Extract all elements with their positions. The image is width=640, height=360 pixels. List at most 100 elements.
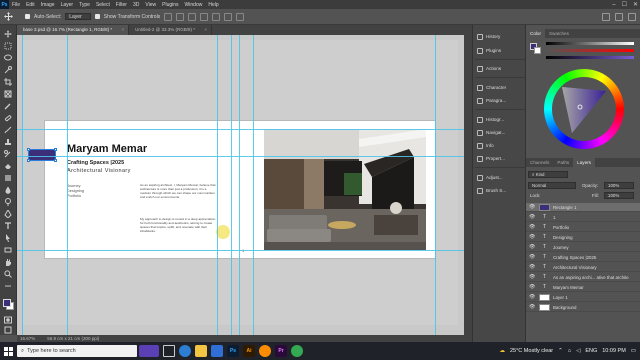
screen-mode-icon[interactable]: [4, 326, 12, 334]
panel-character[interactable]: Character: [473, 81, 527, 94]
layer-row[interactable]: 👁 T Journey: [526, 243, 640, 252]
tab-layers[interactable]: Layers: [573, 158, 595, 167]
visibility-eye-icon[interactable]: 👁: [529, 254, 535, 260]
menu-type[interactable]: Type: [76, 2, 93, 8]
menu-3d[interactable]: 3D: [130, 2, 142, 8]
visibility-eye-icon[interactable]: 👁: [529, 264, 535, 270]
layer-row[interactable]: 👁 T Portfolio: [526, 223, 640, 232]
clone-stamp-tool-icon[interactable]: [4, 138, 12, 146]
visibility-eye-icon[interactable]: 👁: [529, 214, 535, 220]
premiere-taskbar-icon[interactable]: Pr: [275, 345, 287, 357]
blur-tool-icon[interactable]: [4, 186, 12, 194]
color-slider[interactable]: [546, 49, 634, 52]
visibility-eye-icon[interactable]: 👁: [529, 274, 535, 280]
layer-row[interactable]: 👁 T Maryam Memar: [526, 283, 640, 292]
workspace-icon[interactable]: [615, 13, 623, 21]
align-bottom-icon[interactable]: [224, 12, 233, 21]
volume-icon[interactable]: ◁: [576, 348, 580, 354]
type-tool-icon[interactable]: [4, 222, 12, 230]
artboard-tagline-text[interactable]: Crafting Spaces |2025: [67, 160, 124, 166]
menu-layer[interactable]: Layer: [58, 2, 77, 8]
close-window-button[interactable]: ✕: [633, 1, 638, 8]
guide-line[interactable]: [231, 35, 232, 335]
tab-color[interactable]: Color: [526, 29, 545, 38]
menu-help[interactable]: Help: [205, 2, 221, 8]
visibility-eye-icon[interactable]: 👁: [529, 304, 535, 310]
history-brush-tool-icon[interactable]: [4, 150, 12, 158]
eraser-tool-icon[interactable]: [4, 162, 12, 170]
blend-mode-dropdown[interactable]: Normal: [528, 182, 576, 189]
transform-handle[interactable]: [27, 148, 30, 151]
gradient-tool-icon[interactable]: [4, 174, 12, 182]
panel-plugins[interactable]: Plugins: [473, 44, 527, 57]
visibility-eye-icon[interactable]: 👁: [529, 244, 535, 250]
zoom-level[interactable]: 16.67%: [20, 335, 35, 342]
artboard-role-text[interactable]: Architectural Visionary: [67, 168, 131, 174]
transform-handle[interactable]: [27, 159, 30, 162]
align-top-icon[interactable]: [200, 12, 209, 21]
close-tab-icon[interactable]: ×: [204, 25, 207, 35]
weather-text[interactable]: 25°C Mostly clear: [510, 348, 553, 354]
start-button[interactable]: [0, 342, 16, 360]
color-bg-chip[interactable]: [534, 47, 541, 54]
transform-handle[interactable]: [54, 159, 57, 162]
align-middle-icon[interactable]: [212, 12, 221, 21]
menu-file[interactable]: File: [9, 2, 23, 8]
quick-mask-icon[interactable]: [4, 316, 12, 324]
guide-line[interactable]: [22, 35, 23, 335]
share-icon[interactable]: [628, 13, 636, 21]
move-tool-icon[interactable]: [4, 30, 12, 38]
panel-info[interactable]: Info: [473, 139, 527, 152]
move-tool-icon[interactable]: [4, 12, 13, 21]
guide-line[interactable]: [17, 250, 464, 251]
canvas-area[interactable]: Maryam Memar Crafting Spaces |2025 Archi…: [17, 35, 464, 335]
brush-tool-icon[interactable]: [4, 126, 12, 134]
color-slider[interactable]: [546, 56, 634, 59]
visibility-eye-icon[interactable]: 👁: [529, 204, 535, 210]
auto-select-checkbox[interactable]: [25, 14, 30, 19]
foreground-color-swatch[interactable]: [3, 299, 11, 307]
chrome-icon[interactable]: [291, 345, 303, 357]
color-triangle[interactable]: [558, 81, 610, 137]
guide-line[interactable]: [217, 35, 218, 335]
tab-untitled-2[interactable]: Untitled-2 @ 33.3% (RGB/8) * ×: [129, 25, 212, 35]
tab-base-3-psd[interactable]: base 3.psd @ 16.7% (Rectangle 1, RGB/8) …: [17, 25, 130, 35]
panel-brush-settings[interactable]: Brush S...: [473, 184, 527, 197]
taskbar-search[interactable]: ⌕ Type here to search: [17, 345, 137, 357]
edit-toolbar-icon[interactable]: [4, 282, 12, 290]
visibility-eye-icon[interactable]: 👁: [529, 224, 535, 230]
transform-handle[interactable]: [54, 148, 57, 151]
panel-paragraph[interactable]: Paragra...: [473, 94, 527, 107]
dodge-tool-icon[interactable]: [4, 198, 12, 206]
layer-row[interactable]: 👁 Layer 1: [526, 293, 640, 302]
minimize-button[interactable]: –: [612, 2, 615, 8]
tab-paths[interactable]: Paths: [553, 158, 573, 167]
selected-rectangle-shape[interactable]: [27, 148, 57, 162]
quick-select-tool-icon[interactable]: [4, 66, 12, 74]
layer-row[interactable]: 👁 T Designing: [526, 233, 640, 242]
align-left-icon[interactable]: [164, 12, 173, 21]
menu-select[interactable]: Select: [93, 2, 113, 8]
tray-chevron-icon[interactable]: ⌃: [558, 348, 563, 354]
panel-navigator[interactable]: Navigat...: [473, 126, 527, 139]
visibility-eye-icon[interactable]: 👁: [529, 284, 535, 290]
vlc-icon[interactable]: [259, 345, 271, 357]
maximize-button[interactable]: ☐: [622, 1, 627, 8]
artboard-name-text[interactable]: Maryam Memar: [67, 143, 147, 155]
more-options-icon[interactable]: [236, 12, 245, 21]
panel-history[interactable]: History: [473, 30, 527, 43]
guide-line[interactable]: [239, 35, 240, 335]
mail-icon[interactable]: [211, 345, 223, 357]
task-view-icon[interactable]: [163, 345, 175, 357]
panel-actions[interactable]: Actions: [473, 62, 527, 75]
language-indicator[interactable]: ENG: [585, 348, 597, 354]
guide-line[interactable]: [435, 35, 436, 335]
zoom-tool-icon[interactable]: [4, 270, 12, 278]
hand-tool-icon[interactable]: [4, 258, 12, 266]
file-explorer-icon[interactable]: [195, 345, 207, 357]
artboard-tool-icon[interactable]: [4, 42, 12, 50]
guide-line[interactable]: [67, 35, 68, 335]
close-tab-icon[interactable]: ×: [121, 25, 124, 35]
lasso-tool-icon[interactable]: [4, 54, 12, 62]
artboard[interactable]: Maryam Memar Crafting Spaces |2025 Archi…: [45, 121, 435, 258]
